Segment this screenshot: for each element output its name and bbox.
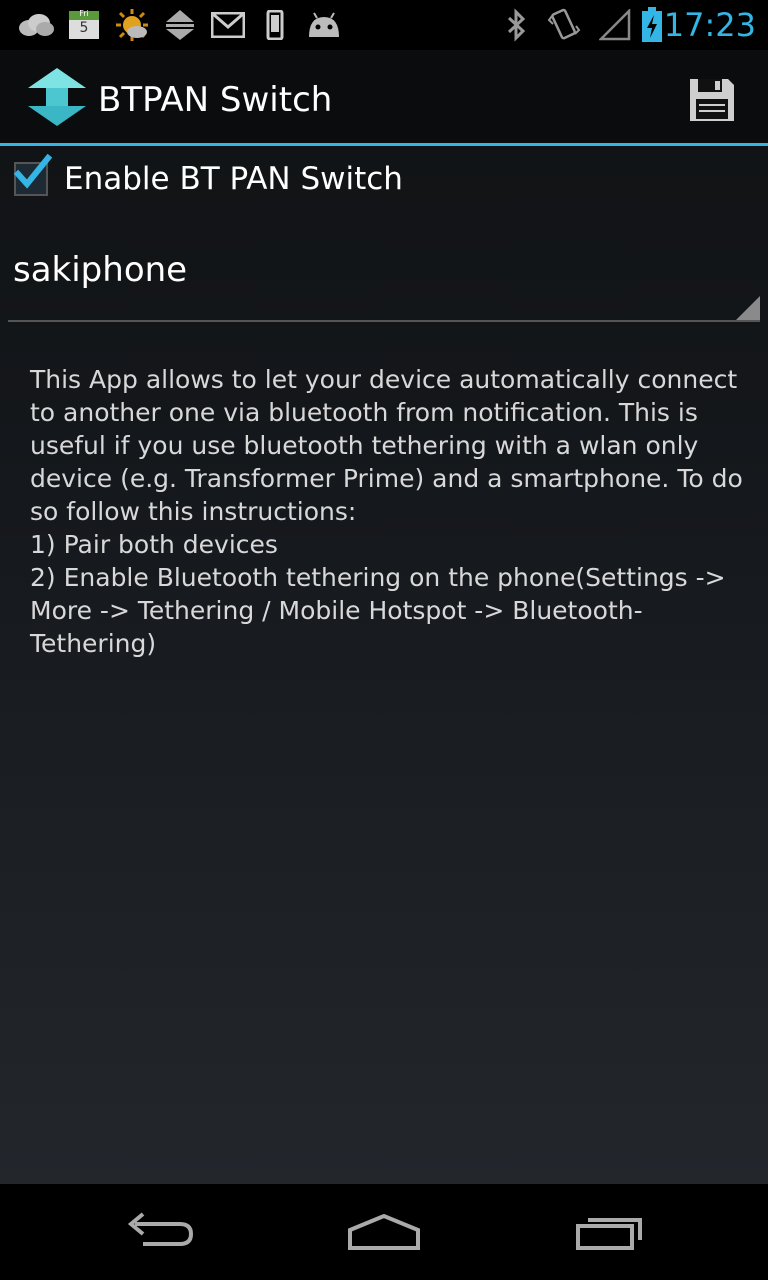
app-title: BTPAN Switch [98, 80, 333, 120]
navigation-bar [0, 1184, 768, 1280]
vibrate-icon [546, 0, 582, 50]
enable-checkbox[interactable] [13, 154, 52, 196]
app-icon[interactable] [26, 66, 88, 128]
bluetooth-icon [504, 0, 530, 50]
clock: 17:23 [663, 6, 756, 44]
status-bar: Fri 5 17:23 [0, 0, 768, 50]
action-bar-divider [0, 143, 768, 146]
android-icon [304, 0, 344, 50]
home-button[interactable] [324, 1184, 444, 1280]
description-text: This App allows to let your device autom… [30, 365, 743, 658]
calendar-icon: Fri 5 [68, 0, 100, 50]
gmail-icon [210, 0, 246, 50]
back-button[interactable] [100, 1184, 220, 1280]
device-spinner-value: sakiphone [13, 250, 188, 290]
save-button[interactable] [676, 64, 748, 136]
recent-apps-button[interactable] [550, 1184, 670, 1280]
data-sync-icon [162, 0, 198, 50]
back-icon [127, 1212, 194, 1246]
home-icon [348, 1213, 420, 1250]
calendar-day: Fri [79, 9, 89, 18]
battery-charging-icon [640, 0, 664, 50]
calendar-date: 5 [79, 20, 89, 36]
weather-sun-icon [114, 0, 150, 50]
spinner-underline [8, 320, 760, 322]
checkmark-icon [13, 154, 52, 189]
device-spinner[interactable]: sakiphone [8, 230, 760, 322]
recent-apps-icon [576, 1218, 642, 1250]
enable-switch-row[interactable]: Enable BT PAN Switch [0, 150, 768, 210]
spinner-dropdown-icon [736, 296, 760, 320]
save-icon [690, 79, 734, 121]
cloud-icon [16, 0, 56, 50]
signal-icon [598, 0, 632, 50]
enable-checkbox-label: Enable BT PAN Switch [64, 161, 403, 197]
phone-device-icon [262, 0, 288, 50]
